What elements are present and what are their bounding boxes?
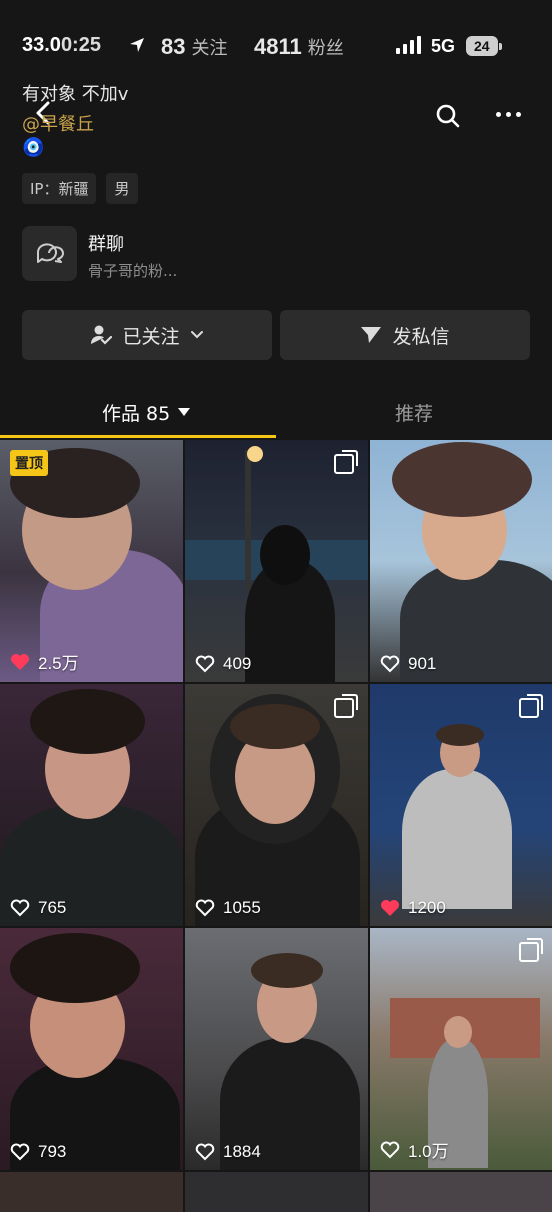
group-chat-entry[interactable]: 群聊 骨子哥的粉... — [22, 226, 522, 284]
followers-label: 粉丝 — [307, 38, 344, 59]
followed-button[interactable]: 已关注 — [22, 310, 272, 360]
signal-icon — [396, 36, 421, 54]
heart-outline-icon — [10, 1143, 30, 1161]
video-tile[interactable] — [0, 1172, 183, 1212]
status-time: 33.00:25 — [22, 34, 101, 56]
heart-filled-icon — [11, 653, 29, 670]
heart-filled-icon — [381, 900, 399, 916]
following-label: 关注 — [191, 38, 228, 59]
like-count: 1055 — [195, 898, 261, 918]
battery-icon: 24 — [466, 36, 502, 56]
video-tile[interactable]: 1.0万 — [370, 928, 552, 1170]
heart-outline-icon — [380, 1141, 400, 1158]
profile-tabs: 作品 85 推荐 — [0, 382, 552, 438]
video-tile[interactable]: 765 — [0, 684, 183, 926]
network-type: 5G — [431, 36, 456, 56]
send-icon — [361, 327, 382, 343]
video-tile[interactable]: 1884 — [185, 928, 368, 1170]
more-icon[interactable] — [496, 112, 521, 117]
video-tile[interactable]: 409 — [185, 440, 368, 682]
video-tile[interactable] — [370, 1172, 552, 1212]
active-tab-indicator — [0, 435, 276, 438]
location-arrow-icon — [128, 36, 146, 58]
multi-image-icon — [334, 450, 358, 474]
video-grid: 置顶 2.5万 409 901 765 1055 1200 793 1884 1… — [0, 440, 552, 1212]
followers-count: 4811 — [254, 34, 302, 59]
like-count: 1.0万 — [380, 1137, 449, 1162]
video-tile[interactable]: 1200 — [370, 684, 552, 926]
search-icon[interactable] — [435, 103, 461, 133]
evil-eye-emoji: 🧿 — [22, 137, 45, 158]
video-tile[interactable] — [185, 1172, 368, 1212]
tab-recommend[interactable]: 推荐 — [395, 399, 433, 426]
chevron-down-icon — [190, 331, 203, 339]
profile-mention[interactable]: @早餐丘 — [22, 110, 94, 136]
pinned-badge: 置顶 — [10, 450, 48, 476]
followers-stat[interactable]: 4811 粉丝 — [254, 34, 344, 60]
like-count: 1200 — [380, 898, 446, 918]
message-label: 发私信 — [392, 325, 450, 348]
heart-outline-icon — [380, 655, 400, 673]
battery-level: 24 — [466, 36, 498, 56]
like-count: 793 — [10, 1142, 66, 1162]
like-count: 765 — [10, 898, 66, 918]
multi-image-icon — [334, 694, 358, 718]
caret-down-icon — [178, 408, 191, 416]
heart-outline-icon — [195, 899, 215, 917]
group-chat-subtitle: 骨子哥的粉... — [88, 262, 178, 280]
multi-image-icon — [519, 694, 543, 718]
following-stat[interactable]: 83 关注 — [161, 34, 227, 60]
profile-tags: IP：新疆 男 — [22, 173, 138, 204]
like-count: 2.5万 — [10, 649, 79, 674]
like-count: 1884 — [195, 1142, 261, 1162]
heart-outline-icon — [10, 899, 30, 917]
message-button[interactable]: 发私信 — [280, 310, 530, 360]
followed-label: 已关注 — [122, 325, 180, 348]
profile-bio: 有对象 不加v — [22, 84, 129, 105]
ip-location-tag: IP：新疆 — [22, 173, 97, 204]
following-count: 83 — [161, 34, 186, 59]
video-tile[interactable]: 793 — [0, 928, 183, 1170]
group-chat-title: 群聊 — [88, 234, 124, 255]
tab-works[interactable]: 作品 85 — [102, 399, 191, 426]
heart-outline-icon — [195, 655, 215, 673]
heart-outline-icon — [195, 1143, 215, 1161]
like-count: 409 — [195, 654, 251, 674]
like-count: 901 — [380, 654, 436, 674]
multi-image-icon — [519, 938, 543, 962]
chat-bubbles-icon — [22, 226, 77, 281]
video-tile[interactable]: 置顶 2.5万 — [0, 440, 183, 682]
gender-tag: 男 — [106, 173, 138, 204]
video-tile[interactable]: 901 — [370, 440, 552, 682]
video-tile[interactable]: 1055 — [185, 684, 368, 926]
tab-works-label: 作品 85 — [102, 403, 171, 425]
user-check-icon — [91, 325, 113, 345]
